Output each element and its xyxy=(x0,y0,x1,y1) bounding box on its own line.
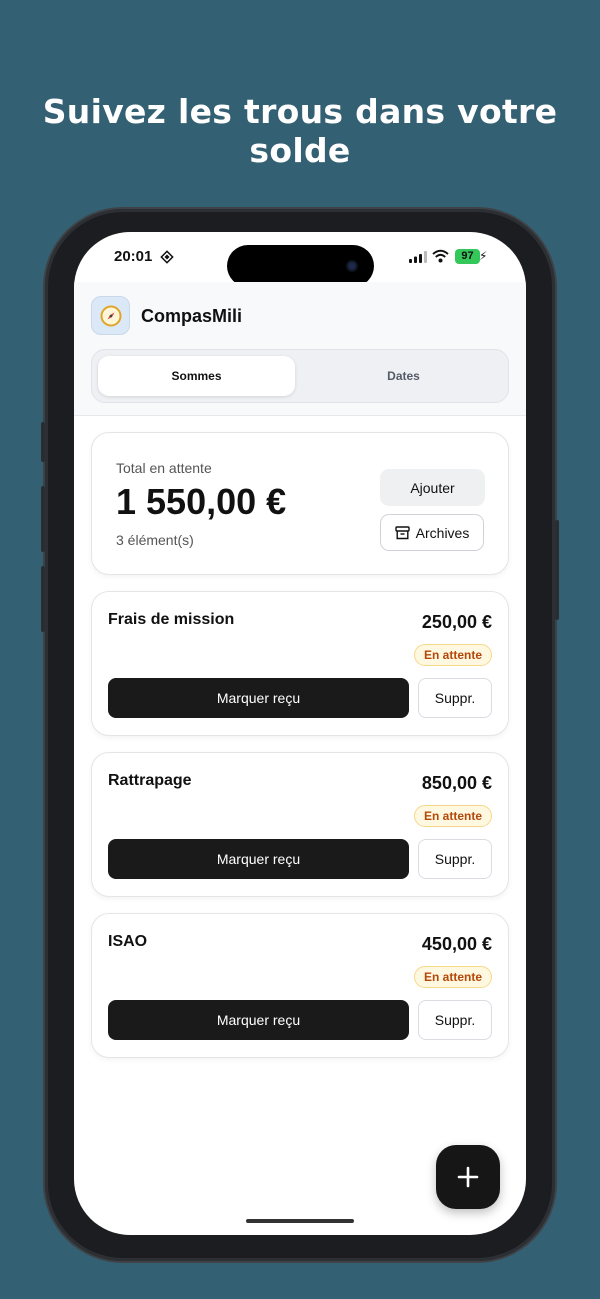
item-name: ISAO xyxy=(108,933,148,950)
mark-received-button[interactable]: Marquer reçu xyxy=(108,678,409,718)
archives-button[interactable]: Archives xyxy=(380,514,484,551)
charging-bolt-icon: ⚡ xyxy=(479,249,488,263)
item-amount: 850,00 € xyxy=(421,773,492,793)
tab-switcher: Sommes Dates xyxy=(91,349,509,403)
dynamic-island xyxy=(227,245,374,287)
phone-screen: 20:01 97 ⚡ CompasMili Sommes Dates Total… xyxy=(74,232,526,1235)
item-count: 3 élément(s) xyxy=(116,532,194,548)
status-badge: En attente xyxy=(413,966,492,988)
mute-switch xyxy=(41,422,45,462)
cellular-signal-icon xyxy=(409,251,427,263)
list-item: ISAO 450,00 € En attente Marquer reçu Su… xyxy=(91,913,509,1058)
power-button xyxy=(555,520,559,620)
app-title: CompasMili xyxy=(141,306,243,326)
archives-label: Archives xyxy=(415,524,470,541)
plus-icon xyxy=(457,1166,479,1188)
promo-headline: Suivez les trous dans votre solde xyxy=(42,92,558,170)
add-button[interactable]: Ajouter xyxy=(380,469,485,506)
status-badge: En attente xyxy=(413,644,492,666)
item-amount: 450,00 € xyxy=(421,934,492,954)
summary-card: Total en attente 1 550,00 € 3 élément(s)… xyxy=(91,432,509,575)
mark-received-button[interactable]: Marquer reçu xyxy=(108,1000,409,1040)
battery-icon: 97 xyxy=(455,249,480,264)
app-header: CompasMili Sommes Dates xyxy=(74,282,526,416)
item-amount: 250,00 € xyxy=(421,612,492,632)
list-item: Frais de mission 250,00 € En attente Mar… xyxy=(91,591,509,736)
add-fab-button[interactable] xyxy=(436,1145,500,1209)
volume-up-button xyxy=(41,486,45,552)
total-label: Total en attente xyxy=(116,460,212,476)
status-bar: 20:01 97 ⚡ xyxy=(74,232,526,287)
list-item: Rattrapage 850,00 € En attente Marquer r… xyxy=(91,752,509,897)
status-time: 20:01 xyxy=(114,248,153,265)
home-indicator[interactable] xyxy=(246,1219,354,1223)
location-icon xyxy=(160,250,174,264)
item-name: Frais de mission xyxy=(108,611,235,628)
archive-box-icon xyxy=(394,525,410,539)
compass-icon xyxy=(91,296,130,335)
status-badge: En attente xyxy=(413,805,492,827)
camera-icon xyxy=(346,260,358,272)
total-amount: 1 550,00 € xyxy=(116,481,287,522)
delete-button[interactable]: Suppr. xyxy=(418,839,492,879)
wifi-icon xyxy=(432,249,449,263)
delete-button[interactable]: Suppr. xyxy=(418,1000,492,1040)
item-name: Rattrapage xyxy=(108,772,192,789)
volume-down-button xyxy=(41,566,45,632)
delete-button[interactable]: Suppr. xyxy=(418,678,492,718)
mark-received-button[interactable]: Marquer reçu xyxy=(108,839,409,879)
tab-dates[interactable]: Dates xyxy=(305,356,502,396)
tab-sommes[interactable]: Sommes xyxy=(98,356,295,396)
